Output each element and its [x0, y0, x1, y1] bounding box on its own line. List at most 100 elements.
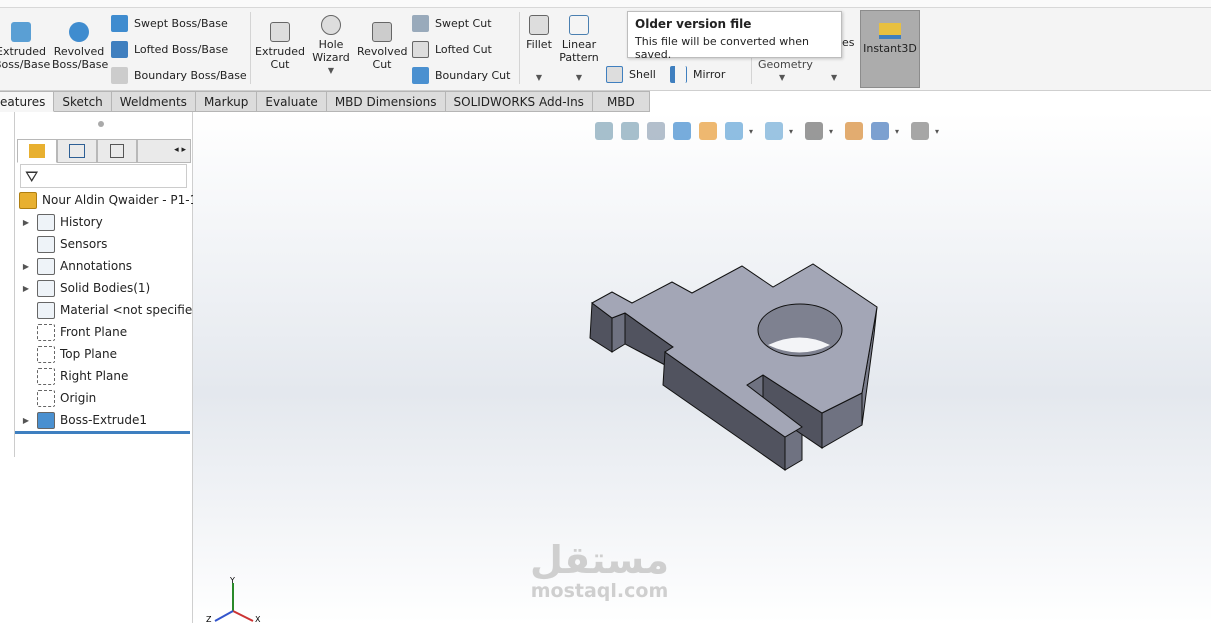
tree-item[interactable]: ▶ Annotations	[15, 255, 132, 277]
hole-wizard-icon	[321, 15, 341, 35]
label: Mirror	[693, 67, 726, 81]
tab-weldments[interactable]: Weldments	[111, 91, 196, 112]
fillet-button[interactable]: Fillet ▼	[523, 15, 555, 84]
label: Fillet	[526, 38, 552, 51]
triad-y: Y	[229, 576, 235, 585]
tree-item[interactable]: ▶ History	[15, 211, 103, 233]
tab-scroll-arrows[interactable]: ◂ ▸	[137, 139, 191, 163]
expand-arrow-icon[interactable]: ▶	[15, 284, 37, 293]
part-icon	[29, 144, 45, 158]
part-model[interactable]	[193, 112, 1211, 623]
chevron-down-icon[interactable]: ▼	[558, 71, 600, 84]
tree-item[interactable]: Origin	[15, 387, 96, 409]
filter-icon: ⛛	[25, 167, 39, 186]
extruded-boss-button[interactable]: Extruded Boss/Base	[0, 22, 50, 71]
sensors-folder-icon	[37, 235, 55, 253]
tree-item-label: Top Plane	[60, 347, 117, 361]
chevron-down-icon[interactable]: ▼	[831, 73, 837, 82]
tree-item-label: Material <not specified>	[60, 303, 210, 317]
revolved-cut-icon	[372, 22, 392, 42]
tab-features[interactable]: eatures	[0, 91, 55, 112]
revolved-boss-button[interactable]: Revolved Boss/Base	[52, 22, 109, 71]
left-block-side	[611, 312, 626, 353]
command-tabs: eatures Sketch Weldments Markup Evaluate…	[0, 91, 650, 112]
divider	[519, 12, 520, 84]
label: Lofted Cut	[435, 42, 492, 56]
lofted-cut-button[interactable]: Lofted Cut	[412, 39, 510, 59]
lofted-boss-button[interactable]: Lofted Boss/Base	[111, 39, 247, 59]
shell-button[interactable]: Shell	[606, 64, 656, 84]
boundary-cut-button[interactable]: Boundary Cut	[412, 65, 510, 85]
tree-item-label: Boss-Extrude1	[60, 413, 147, 427]
chevron-down-icon[interactable]: ▼	[523, 71, 555, 84]
filter-input[interactable]: ⛛	[20, 164, 187, 188]
expand-arrow-icon[interactable]: ▶	[15, 262, 37, 271]
tree-item[interactable]: Front Plane	[15, 321, 127, 343]
triad-x: X	[255, 615, 261, 623]
tree-item-label: Annotations	[60, 259, 133, 273]
label: Extruded Cut	[255, 45, 305, 71]
tab-evaluate[interactable]: Evaluate	[257, 91, 327, 112]
extruded-boss-icon	[11, 22, 31, 42]
label: Boundary Boss/Base	[134, 68, 247, 82]
boss-extrude-icon	[37, 411, 55, 429]
extruded-cut-button[interactable]: Extruded Cut	[254, 22, 306, 71]
solid-bodies-folder-icon	[37, 279, 55, 297]
watermark-arabic: مستقل	[530, 538, 669, 582]
chevron-down-icon[interactable]: ▼	[779, 73, 785, 82]
tooltip: Older version file This file will be conv…	[627, 11, 842, 61]
tree-item[interactable]: Material <not specified>	[15, 299, 210, 321]
watermark-latin: mostaql.com	[530, 580, 669, 602]
tab-mbd-dimensions[interactable]: MBD Dimensions	[326, 91, 446, 112]
label: Shell	[629, 67, 656, 81]
swept-cut-button[interactable]: Swept Cut	[412, 13, 510, 33]
tree-item[interactable]: ▶ Boss-Extrude1	[15, 409, 147, 431]
rollback-bar[interactable]	[15, 431, 190, 434]
tree-item[interactable]: ▶ Solid Bodies(1)	[15, 277, 150, 299]
tree-item-label: Front Plane	[60, 325, 128, 339]
swept-boss-button[interactable]: Swept Boss/Base	[111, 13, 247, 33]
label: Revolved Cut	[357, 45, 408, 71]
expand-arrow-icon[interactable]: ▶	[15, 416, 37, 425]
mirror-button[interactable]: Mirror	[670, 64, 725, 84]
tree-item[interactable]: Right Plane	[15, 365, 128, 387]
history-folder-icon	[37, 213, 55, 231]
left-toolbar-strip	[0, 112, 15, 457]
tab-mbd[interactable]: MBD	[592, 91, 650, 112]
revolved-cut-button[interactable]: Revolved Cut	[357, 22, 407, 71]
tree-root[interactable]: Nour Aldin Qwaider - P1-17	[19, 189, 205, 211]
graphics-area[interactable]: ▾ ▾ ▾ ▾ ▾ Y X Z مستقل mostaql.com	[193, 112, 1211, 623]
propertymanager-tab[interactable]	[57, 139, 97, 163]
partial-label: es	[842, 36, 855, 49]
tree-item[interactable]: Sensors	[15, 233, 107, 255]
fillet-icon	[529, 15, 549, 35]
plane-icon	[37, 367, 55, 385]
tree-item-label: Right Plane	[60, 369, 129, 383]
configurationmanager-tab[interactable]	[97, 139, 137, 163]
panel-grip[interactable]	[98, 121, 104, 127]
swept-cut-icon	[412, 14, 429, 32]
linear-pattern-button[interactable]: Linear Pattern ▼	[558, 15, 600, 84]
property-icon	[69, 144, 85, 158]
mirror-icon	[670, 65, 687, 83]
triad-z: Z	[206, 615, 212, 623]
label: Revolved Boss/Base	[52, 45, 109, 71]
expand-arrow-icon[interactable]: ▶	[15, 218, 37, 227]
instant3d-button[interactable]: Instant3D	[860, 10, 920, 88]
tooltip-body: This file will be converted when saved.	[635, 35, 809, 61]
boundary-cut-icon	[412, 66, 429, 84]
label: Swept Boss/Base	[134, 16, 228, 30]
tooltip-title: Older version file	[635, 17, 752, 31]
chevron-down-icon[interactable]: ▼	[306, 64, 356, 77]
tree-item-label: Solid Bodies(1)	[60, 281, 151, 295]
tab-solidworks-addins[interactable]: SOLIDWORKS Add-Ins	[445, 91, 593, 112]
featuremanager-tab[interactable]	[17, 139, 57, 163]
lofted-boss-icon	[111, 40, 128, 58]
hole-wizard-button[interactable]: Hole Wizard ▼	[306, 15, 356, 77]
boundary-boss-button[interactable]: Boundary Boss/Base	[111, 65, 247, 85]
tab-markup[interactable]: Markup	[195, 91, 258, 112]
tree-item[interactable]: Top Plane	[15, 343, 117, 365]
tab-sketch[interactable]: Sketch	[54, 91, 112, 112]
feature-manager-panel: ◂ ▸ ⛛ Nour Aldin Qwaider - P1-17 ▶ Histor…	[15, 112, 210, 623]
part-icon	[19, 191, 37, 209]
